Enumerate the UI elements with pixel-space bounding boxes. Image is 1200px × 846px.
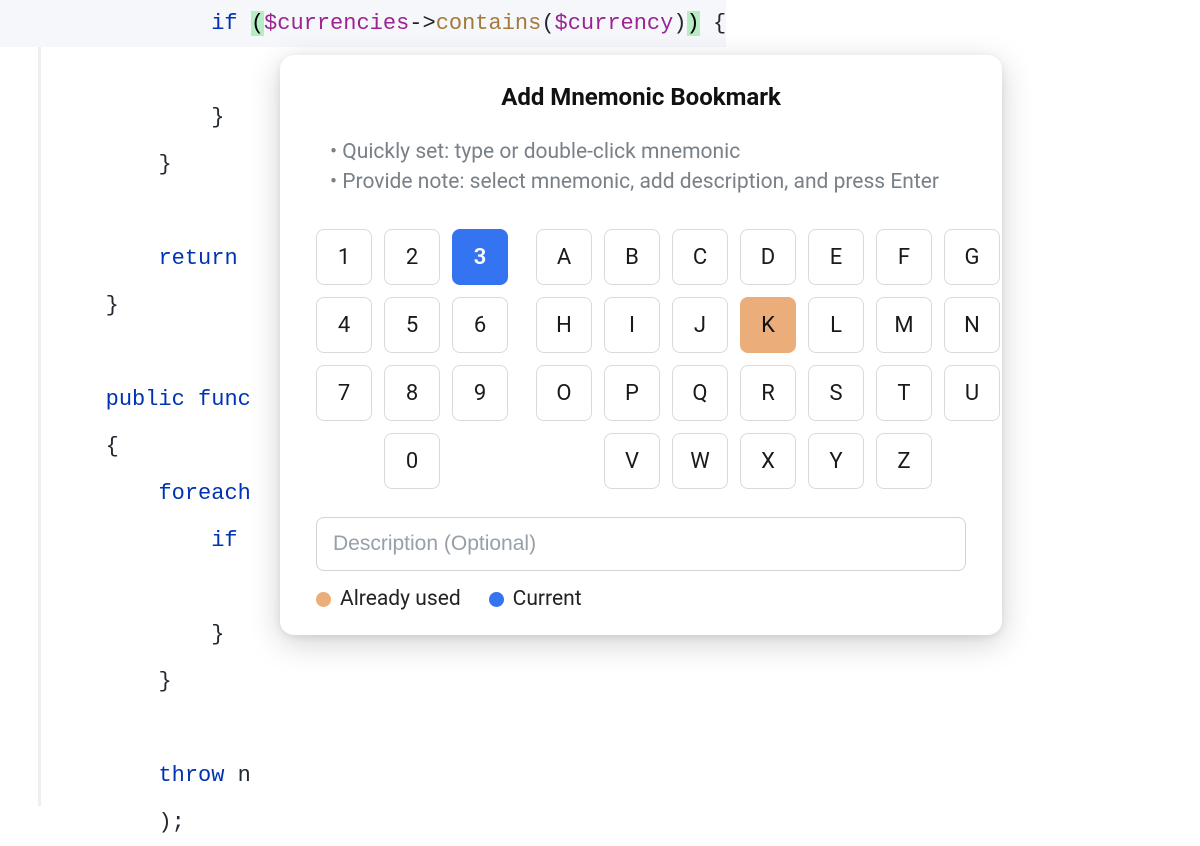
- mnemonic-key-A[interactable]: A: [536, 229, 592, 285]
- code-line[interactable]: if ($currencies->contains($currency)) {: [0, 0, 726, 47]
- code-token: return: [158, 246, 237, 271]
- add-mnemonic-bookmark-dialog: Add Mnemonic Bookmark Quickly set: type …: [280, 55, 1002, 635]
- mnemonic-key-7[interactable]: 7: [316, 365, 372, 421]
- code-token: );: [158, 810, 184, 835]
- code-token: ): [687, 11, 700, 36]
- code-token: $currencies: [264, 11, 409, 36]
- legend-label: Already used: [340, 587, 461, 611]
- instruction-item: Quickly set: type or double-click mnemon…: [330, 137, 966, 167]
- mnemonic-key-Y[interactable]: Y: [808, 433, 864, 489]
- dialog-title: Add Mnemonic Bookmark: [316, 83, 966, 111]
- mnemonic-key-E[interactable]: E: [808, 229, 864, 285]
- mnemonic-key-1[interactable]: 1: [316, 229, 372, 285]
- number-keys-grid: 123 456 7890: [316, 229, 508, 489]
- mnemonic-key-L[interactable]: L: [808, 297, 864, 353]
- mnemonic-key-8[interactable]: 8: [384, 365, 440, 421]
- code-token: $currency: [555, 11, 674, 36]
- mnemonic-keys-container: 1234567890 ABCDEFGHIJKLMNOPQRSTUVWXYZ: [316, 229, 966, 489]
- key-empty: [316, 433, 372, 489]
- code-token: }: [106, 293, 119, 318]
- letter-keys-grid: ABCDEFG HIJKLMN OPQRSTU VWXYZ: [536, 229, 1000, 489]
- code-token: if: [211, 11, 251, 36]
- mnemonic-key-B[interactable]: B: [604, 229, 660, 285]
- mnemonic-key-U[interactable]: U: [944, 365, 1000, 421]
- code-line[interactable]: throw n: [0, 752, 726, 799]
- code-token: }: [158, 152, 171, 177]
- mnemonic-key-O[interactable]: O: [536, 365, 592, 421]
- code-token: contains: [436, 11, 542, 36]
- code-token: ->: [409, 11, 435, 36]
- code-token: (: [251, 11, 264, 36]
- code-token: public: [106, 387, 198, 412]
- mnemonic-key-F[interactable]: F: [876, 229, 932, 285]
- key-empty: [536, 433, 592, 489]
- dot-current-icon: [489, 592, 504, 607]
- mnemonic-key-Z[interactable]: Z: [876, 433, 932, 489]
- mnemonic-key-H[interactable]: H: [536, 297, 592, 353]
- mnemonic-key-Q[interactable]: Q: [672, 365, 728, 421]
- mnemonic-key-I[interactable]: I: [604, 297, 660, 353]
- dialog-instructions: Quickly set: type or double-click mnemon…: [316, 137, 966, 197]
- mnemonic-key-M[interactable]: M: [876, 297, 932, 353]
- mnemonic-key-W[interactable]: W: [672, 433, 728, 489]
- key-empty: [452, 433, 508, 489]
- mnemonic-key-R[interactable]: R: [740, 365, 796, 421]
- code-token: }: [211, 622, 224, 647]
- mnemonic-key-6[interactable]: 6: [452, 297, 508, 353]
- code-token: {: [700, 11, 726, 36]
- code-token: }: [211, 105, 224, 130]
- mnemonic-key-4[interactable]: 4: [316, 297, 372, 353]
- code-line[interactable]: }: [0, 658, 726, 705]
- key-empty: [944, 433, 1000, 489]
- legend-already-used: Already used: [316, 587, 461, 611]
- mnemonic-key-X[interactable]: X: [740, 433, 796, 489]
- code-token: (: [541, 11, 554, 36]
- code-token: {: [106, 434, 119, 459]
- mnemonic-key-G[interactable]: G: [944, 229, 1000, 285]
- code-token: if: [211, 528, 237, 553]
- mnemonic-key-2[interactable]: 2: [384, 229, 440, 285]
- dot-used-icon: [316, 592, 331, 607]
- legend-current: Current: [489, 587, 582, 611]
- code-token: throw: [158, 763, 237, 788]
- legend: Already used Current: [316, 587, 966, 611]
- mnemonic-key-N[interactable]: N: [944, 297, 1000, 353]
- legend-label: Current: [513, 587, 582, 611]
- code-token: n: [238, 763, 251, 788]
- code-token: ): [673, 11, 686, 36]
- description-input[interactable]: [316, 517, 966, 571]
- mnemonic-key-P[interactable]: P: [604, 365, 660, 421]
- mnemonic-key-J[interactable]: J: [672, 297, 728, 353]
- code-token: }: [158, 669, 171, 694]
- code-token: func: [198, 387, 251, 412]
- mnemonic-key-9[interactable]: 9: [452, 365, 508, 421]
- mnemonic-key-0[interactable]: 0: [384, 433, 440, 489]
- mnemonic-key-D[interactable]: D: [740, 229, 796, 285]
- instruction-item: Provide note: select mnemonic, add descr…: [330, 167, 966, 197]
- mnemonic-key-K[interactable]: K: [740, 297, 796, 353]
- mnemonic-key-5[interactable]: 5: [384, 297, 440, 353]
- mnemonic-key-3[interactable]: 3: [452, 229, 508, 285]
- mnemonic-key-V[interactable]: V: [604, 433, 660, 489]
- code-line[interactable]: );: [0, 799, 726, 846]
- mnemonic-key-C[interactable]: C: [672, 229, 728, 285]
- mnemonic-key-S[interactable]: S: [808, 365, 864, 421]
- code-line[interactable]: [0, 705, 726, 752]
- code-token: foreach: [158, 481, 250, 506]
- mnemonic-key-T[interactable]: T: [876, 365, 932, 421]
